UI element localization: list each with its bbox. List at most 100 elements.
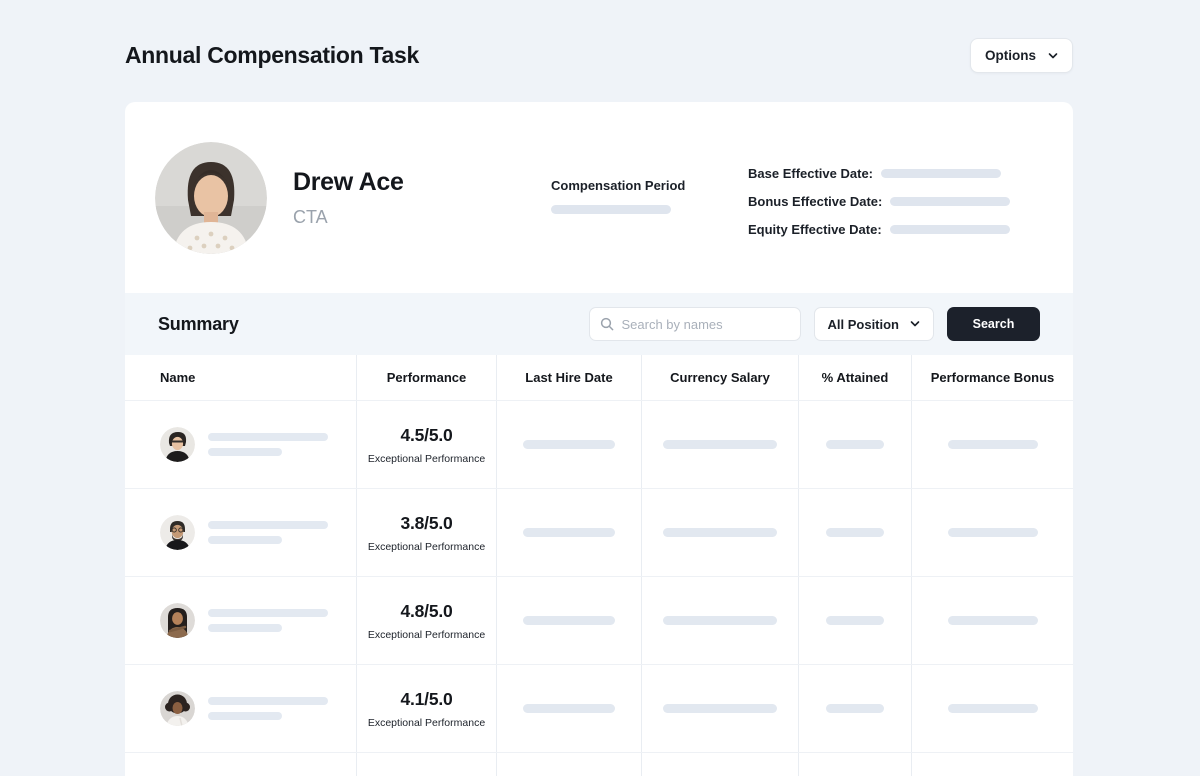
attained-skeleton — [826, 704, 884, 713]
table-row: 4.8/5.0 Exceptional Performance — [125, 577, 1073, 665]
position-filter-value: All Position — [828, 317, 900, 332]
performance-bonus-skeleton — [948, 528, 1038, 537]
row-avatar — [160, 603, 195, 638]
chevron-down-icon — [910, 319, 920, 329]
search-box[interactable] — [589, 307, 801, 341]
table-header-row: Name Performance Last Hire Date Currency… — [125, 355, 1073, 401]
performance-score: 4.5/5.0 — [400, 425, 452, 446]
avatar-photo-man-glasses — [160, 427, 195, 462]
performance-cell: 4.8/5.0 Exceptional Performance — [357, 577, 497, 664]
table-row: 4.1/5.0 Exceptional Performance — [125, 665, 1073, 753]
base-effective-date-label: Base Effective Date: — [748, 166, 873, 181]
name-cell — [125, 753, 357, 776]
employee-name: Drew Ace — [293, 168, 404, 197]
name-skeleton — [208, 521, 328, 544]
name-skeleton — [208, 433, 328, 456]
search-input[interactable] — [622, 317, 790, 332]
search-icon — [600, 317, 614, 331]
attained-skeleton — [826, 528, 884, 537]
table-row: 4.5/5.0 Exceptional Performance — [125, 401, 1073, 489]
bonus-effective-date-value-skeleton — [890, 197, 1010, 206]
name-cell — [125, 489, 357, 576]
employee-profile-section: Drew Ace CTA Compensation Period Base Ef… — [125, 102, 1073, 293]
column-header-attained: % Attained — [799, 355, 912, 400]
last-hire-date-skeleton — [523, 704, 615, 713]
column-header-last-hire-date: Last Hire Date — [497, 355, 642, 400]
performance-rating-label: Exceptional Performance — [368, 717, 485, 729]
employee-avatar — [155, 142, 267, 254]
performance-bonus-cell — [912, 665, 1073, 752]
performance-score: 3.8/5.0 — [400, 513, 452, 534]
name-cell — [125, 665, 357, 752]
performance-rating-label: Exceptional Performance — [368, 629, 485, 641]
performance-bonus-cell — [912, 577, 1073, 664]
bonus-effective-date-row: Bonus Effective Date: — [748, 194, 1010, 209]
options-button[interactable]: Options — [970, 38, 1073, 73]
table-row: 3.8/5.0 Exceptional Performance — [125, 489, 1073, 577]
search-button[interactable]: Search — [947, 307, 1040, 341]
equity-effective-date-row: Equity Effective Date: — [748, 222, 1010, 237]
effective-dates: Base Effective Date: Bonus Effective Dat… — [748, 166, 1010, 237]
performance-rating-label: Exceptional Performance — [368, 541, 485, 553]
last-hire-date-skeleton — [523, 528, 615, 537]
performance-bonus-cell — [912, 401, 1073, 488]
last-hire-date-cell — [497, 401, 642, 488]
avatar-photo-man-beard — [160, 515, 195, 550]
last-hire-date-skeleton — [523, 616, 615, 625]
attained-skeleton — [826, 616, 884, 625]
employee-identity: Drew Ace CTA — [293, 168, 404, 228]
currency-salary-cell — [642, 401, 799, 488]
currency-salary-cell — [642, 577, 799, 664]
compensation-card: Drew Ace CTA Compensation Period Base Ef… — [125, 102, 1073, 776]
currency-salary-skeleton — [663, 616, 777, 625]
summary-table: Name Performance Last Hire Date Currency… — [125, 355, 1073, 776]
performance-bonus-skeleton — [948, 616, 1038, 625]
column-header-name: Name — [125, 355, 357, 400]
column-header-currency-salary: Currency Salary — [642, 355, 799, 400]
base-effective-date-row: Base Effective Date: — [748, 166, 1010, 181]
last-hire-date-cell — [497, 489, 642, 576]
avatar-photo-drew-ace — [155, 142, 267, 254]
performance-cell: 3.8/5.0 Exceptional Performance — [357, 489, 497, 576]
employee-role: CTA — [293, 207, 404, 228]
performance-cell — [357, 753, 497, 776]
currency-salary-cell — [642, 665, 799, 752]
avatar-photo-woman-curly-hair — [160, 691, 195, 726]
currency-salary-cell — [642, 753, 799, 776]
name-cell — [125, 401, 357, 488]
bonus-effective-date-label: Bonus Effective Date: — [748, 194, 882, 209]
attained-cell — [799, 665, 912, 752]
compensation-period-label: Compensation Period — [551, 178, 685, 193]
row-avatar — [160, 515, 195, 550]
name-skeleton — [208, 609, 328, 632]
performance-score: 4.8/5.0 — [400, 601, 452, 622]
attained-cell — [799, 401, 912, 488]
attained-cell — [799, 753, 912, 776]
last-hire-date-cell — [497, 577, 642, 664]
column-header-performance: Performance — [357, 355, 497, 400]
currency-salary-skeleton — [663, 440, 777, 449]
last-hire-date-cell — [497, 753, 642, 776]
top-bar: Annual Compensation Task Options — [125, 38, 1073, 73]
currency-salary-skeleton — [663, 704, 777, 713]
performance-bonus-skeleton — [948, 704, 1038, 713]
attained-cell — [799, 489, 912, 576]
avatar-photo-woman-long-hair — [160, 603, 195, 638]
page-title: Annual Compensation Task — [125, 42, 419, 69]
compensation-period-value-skeleton — [551, 205, 671, 214]
chevron-down-icon — [1048, 51, 1058, 61]
performance-cell: 4.1/5.0 Exceptional Performance — [357, 665, 497, 752]
currency-salary-skeleton — [663, 528, 777, 537]
performance-bonus-cell — [912, 489, 1073, 576]
last-hire-date-cell — [497, 665, 642, 752]
position-filter-select[interactable]: All Position — [814, 307, 935, 341]
attained-cell — [799, 577, 912, 664]
currency-salary-cell — [642, 489, 799, 576]
base-effective-date-value-skeleton — [881, 169, 1001, 178]
summary-bar: Summary All Position Search — [125, 293, 1073, 355]
row-avatar — [160, 691, 195, 726]
equity-effective-date-label: Equity Effective Date: — [748, 222, 882, 237]
attained-skeleton — [826, 440, 884, 449]
compensation-period: Compensation Period — [551, 178, 685, 214]
name-cell — [125, 577, 357, 664]
